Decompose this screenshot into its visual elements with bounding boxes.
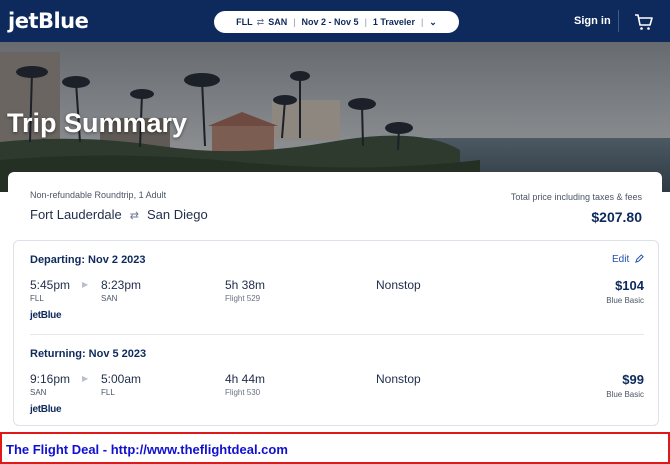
flight-duration: 5h 38m — [225, 278, 266, 292]
returning-leg: Returning: Nov 5 2023 9:16pm SAN ▶ 5:00a… — [14, 335, 660, 427]
arrow-right-icon: ▶ — [82, 374, 89, 383]
pencil-icon — [635, 254, 644, 263]
destination-city: San Diego — [147, 207, 208, 222]
pill-divider: | — [293, 17, 296, 27]
search-travelers: 1 Traveler — [372, 17, 415, 27]
arrive-airport-code: SAN — [101, 294, 118, 303]
edit-label: Edit — [611, 254, 630, 265]
hero-banner: Trip Summary — [0, 42, 670, 192]
depart-airport-code: FLL — [30, 294, 44, 303]
fare-type: Blue Basic — [606, 390, 644, 399]
route-cities: Fort Lauderdale ⇄ San Diego — [30, 207, 208, 222]
page-title: Trip Summary — [7, 108, 188, 138]
arrive-time: 5:00am — [101, 372, 142, 386]
origin-city: Fort Lauderdale — [30, 207, 122, 222]
flight-deal-banner: The Flight Deal - http://www.theflightde… — [0, 432, 670, 464]
search-dates: Nov 2 - Nov 5 — [301, 17, 359, 27]
leg-title: Departing: Nov 2 2023 — [30, 254, 146, 266]
depart-airport-code: SAN — [30, 388, 47, 397]
depart-time: 9:16pm — [30, 372, 71, 386]
top-nav-bar: jetBlue FLL ⇄ SAN | Nov 2 - Nov 5 | 1 Tr… — [0, 0, 670, 42]
trip-search-pill[interactable]: FLL ⇄ SAN | Nov 2 - Nov 5 | 1 Traveler |… — [214, 11, 459, 33]
sign-in-link[interactable]: Sign in — [574, 15, 611, 27]
arrow-right-icon: ▶ — [82, 280, 89, 289]
trip-type-label: Non-refundable Roundtrip, 1 Adult — [30, 190, 167, 200]
flight-number: Flight 529 — [225, 294, 261, 303]
cart-icon[interactable] — [634, 12, 654, 32]
leg-price: $99 — [622, 372, 644, 387]
search-origin: FLL — [236, 17, 253, 27]
total-price-label: Total price including taxes & fees — [510, 192, 642, 202]
pill-divider: | — [420, 17, 424, 27]
stops-label: Nonstop — [376, 372, 421, 386]
stops-label: Nonstop — [376, 278, 421, 292]
leg-title: Returning: Nov 5 2023 — [30, 348, 147, 360]
flight-number: Flight 530 — [225, 388, 261, 397]
edit-link[interactable]: Edit — [612, 254, 644, 265]
header-divider — [618, 10, 619, 32]
flights-card: Departing: Nov 2 2023 Edit 5:45pm FLL ▶ … — [13, 240, 659, 426]
departing-leg: Departing: Nov 2 2023 Edit 5:45pm FLL ▶ … — [14, 241, 660, 335]
fare-type: Blue Basic — [606, 296, 644, 305]
arrive-airport-code: FLL — [101, 388, 115, 397]
trip-summary-card: Non-refundable Roundtrip, 1 Adult Fort L… — [8, 172, 662, 244]
swap-icon: ⇄ — [256, 16, 265, 27]
carrier-logo: jetBlue — [30, 310, 62, 321]
search-destination: SAN — [268, 17, 288, 27]
depart-time: 5:45pm — [30, 278, 71, 292]
leg-price: $104 — [615, 278, 644, 293]
swap-icon: ⇄ — [129, 210, 139, 222]
jetblue-logo[interactable]: jetBlue — [8, 9, 89, 33]
chevron-down-icon: ⌄ — [429, 16, 437, 27]
total-price: $207.80 — [591, 209, 642, 225]
pill-divider: | — [364, 17, 367, 27]
flight-duration: 4h 44m — [225, 372, 266, 386]
arrive-time: 8:23pm — [101, 278, 142, 292]
carrier-logo: jetBlue — [30, 404, 62, 415]
flight-deal-link[interactable]: The Flight Deal - http://www.theflightde… — [6, 442, 288, 457]
